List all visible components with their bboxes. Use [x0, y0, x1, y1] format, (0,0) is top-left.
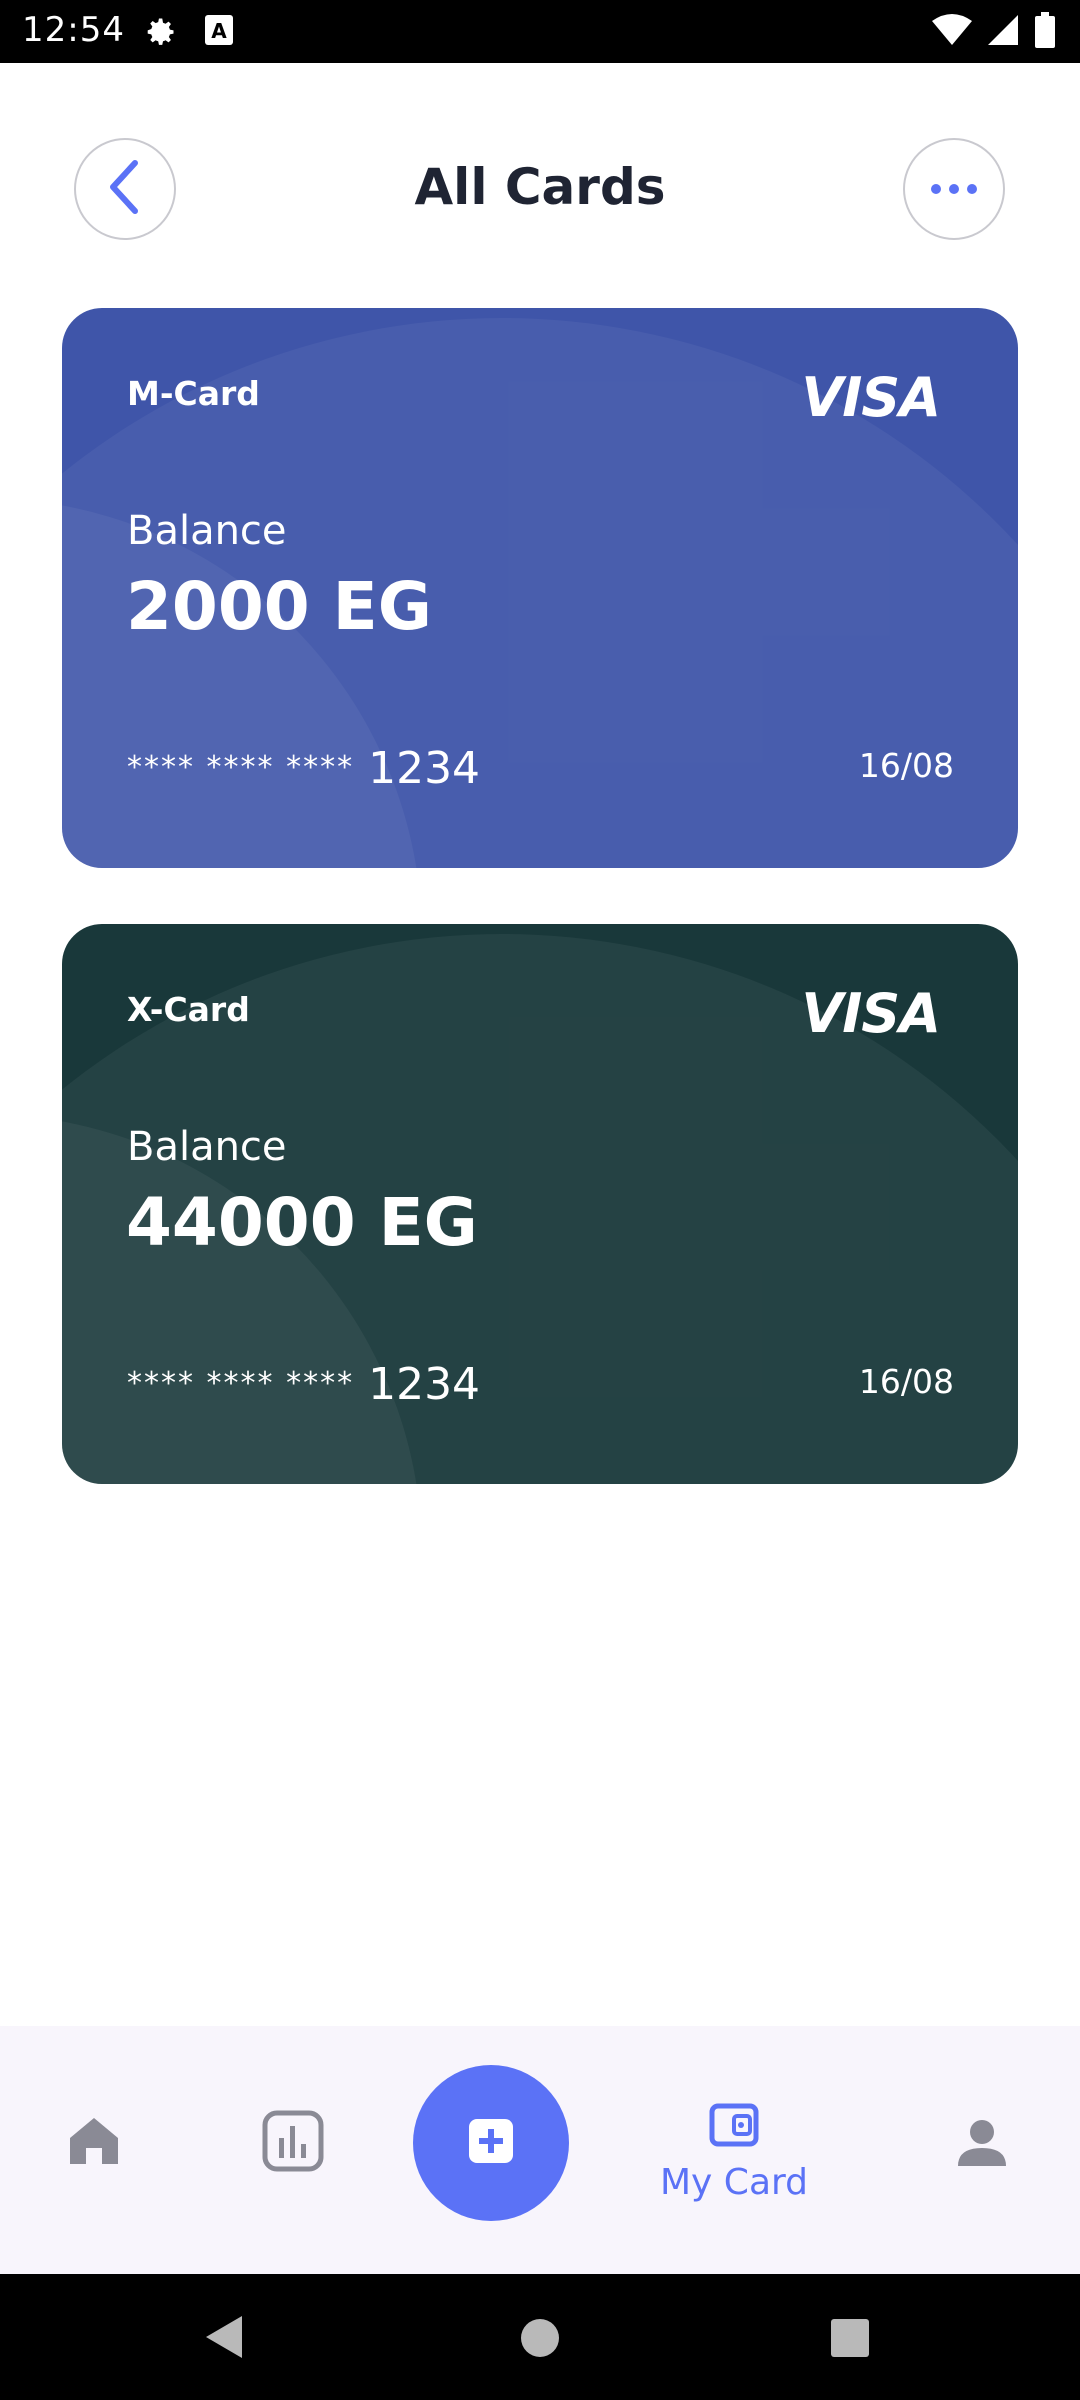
- nav-profile[interactable]: [956, 2118, 1008, 2172]
- stats-icon: [262, 2110, 324, 2176]
- home-icon: [66, 2112, 122, 2172]
- svg-text:A: A: [211, 19, 227, 43]
- recents-square-icon[interactable]: [830, 2318, 870, 2362]
- balance-value: 44000 EG: [126, 1184, 478, 1261]
- more-options-button[interactable]: [903, 138, 1005, 240]
- back-triangle-icon[interactable]: [204, 2314, 244, 2364]
- status-bar: 12:54 A: [0, 0, 1080, 63]
- card-expiry: 16/08: [858, 1362, 954, 1401]
- card-name: M-Card: [127, 374, 260, 413]
- system-navigation-bar: [0, 2274, 1080, 2400]
- add-icon: [467, 2117, 515, 2169]
- profile-icon: [956, 2118, 1008, 2172]
- balance-label: Balance: [127, 508, 287, 554]
- nav-my-card-label: My Card: [660, 2162, 809, 2203]
- nav-home[interactable]: [66, 2112, 122, 2172]
- add-card-button[interactable]: [413, 2065, 569, 2221]
- signal-icon: [986, 13, 1020, 51]
- balance-value: 2000 EG: [126, 568, 432, 645]
- home-circle-icon[interactable]: [520, 2318, 560, 2362]
- card-number-mask: **** **** ****: [127, 1366, 355, 1401]
- nav-stats[interactable]: [262, 2110, 324, 2176]
- wallet-icon: [708, 2098, 760, 2154]
- status-time: 12:54: [22, 10, 125, 50]
- text-a-icon: A: [204, 14, 234, 50]
- card-number: **** **** **** 1234: [127, 1359, 480, 1410]
- nav-my-card[interactable]: My Card: [660, 2098, 808, 2203]
- card-m-card[interactable]: M-Card VISA Balance 2000 EG **** **** **…: [62, 308, 1018, 868]
- settings-icon: [142, 14, 178, 54]
- card-expiry: 16/08: [858, 746, 954, 785]
- balance-label: Balance: [127, 1124, 287, 1170]
- card-number-last4: 1234: [368, 743, 481, 794]
- more-horizontal-icon: [930, 180, 978, 199]
- visa-logo: VISA: [801, 982, 941, 1045]
- battery-icon: [1034, 12, 1056, 52]
- card-number-last4: 1234: [368, 1359, 481, 1410]
- card-name: X-Card: [127, 990, 250, 1029]
- card-number: **** **** **** 1234: [127, 743, 480, 794]
- visa-logo: VISA: [801, 366, 941, 429]
- wifi-icon: [932, 13, 972, 51]
- card-number-mask: **** **** ****: [127, 750, 355, 785]
- card-x-card[interactable]: X-Card VISA Balance 44000 EG **** **** *…: [62, 924, 1018, 1484]
